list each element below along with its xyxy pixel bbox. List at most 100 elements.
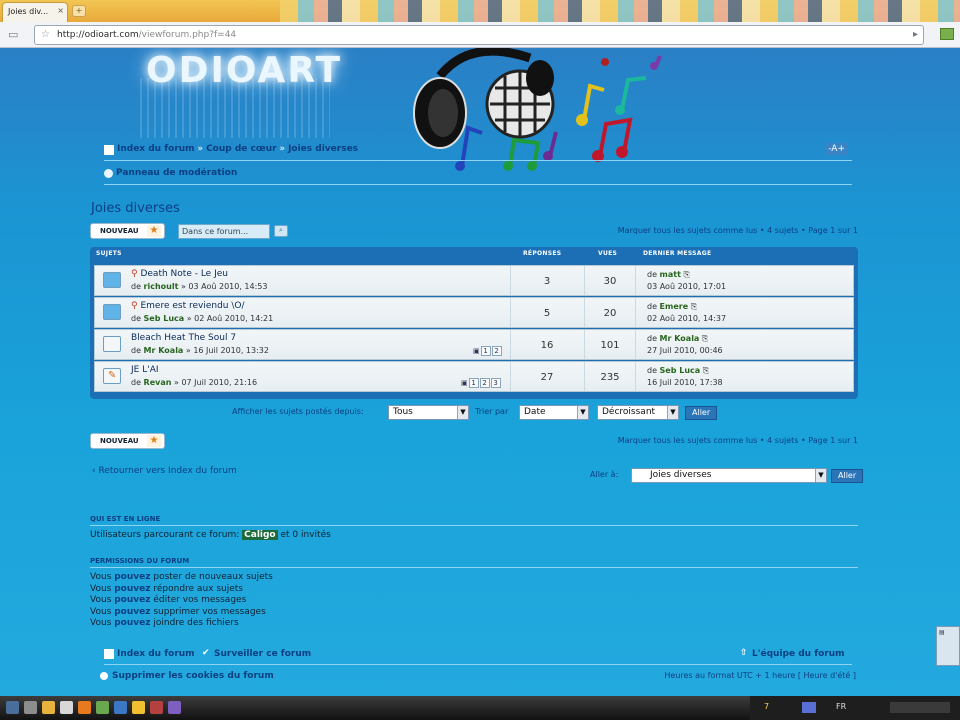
page-link[interactable]: 1 <box>480 346 491 356</box>
folder-icon[interactable] <box>42 701 55 714</box>
action-bar-bottom: NOUVEAU ★ Marquer tous les sujets comme l… <box>90 433 858 451</box>
taskbar-app-icon[interactable] <box>96 701 109 714</box>
topic-title[interactable]: Bleach Heat The Soul 7 <box>131 333 236 343</box>
view-latest-icon[interactable]: ⎘ <box>703 366 709 375</box>
table-row[interactable]: ✎ JE L'AI de Revan » 07 Juil 2010, 21:16… <box>94 361 854 392</box>
sort-days-select[interactable]: Tous ▼ <box>388 405 469 420</box>
permission-line: Vous pouvez supprimer vos messages <box>90 606 266 617</box>
taskbar-app-icon[interactable] <box>150 701 163 714</box>
sort-by-label: Trier par <box>475 407 509 416</box>
action-bar-top: NOUVEAU ★ Dans ce forum... ⌕ Marquer tous… <box>90 223 858 241</box>
topic-hot-icon: ✎ <box>103 368 121 384</box>
topic-title[interactable]: ⚲ Emere est reviendu \O/ <box>131 301 245 311</box>
view-latest-icon[interactable]: ⎘ <box>702 334 708 343</box>
online-heading: QUI EST EN LIGNE <box>90 515 858 526</box>
topic-table: SUJETS RÉPONSES VUES DERNIER MESSAGE ⚲ D… <box>90 247 858 399</box>
topic-author[interactable]: richoult <box>144 282 179 291</box>
site-logo[interactable]: ODIOART <box>146 50 342 91</box>
online-users: Utilisateurs parcourant ce forum: Caligo… <box>90 530 331 540</box>
permission-line: Vous pouvez répondre aux sujets <box>90 583 243 594</box>
page-link[interactable]: 1 <box>468 378 479 388</box>
views-count: 20 <box>603 308 617 319</box>
moderation-panel-link[interactable]: Panneau de modération <box>116 168 237 178</box>
breadcrumb-forum[interactable]: Joies diverses <box>288 144 358 154</box>
topic-title[interactable]: ⚲ Death Note - Le Jeu <box>131 269 228 279</box>
extension-icon[interactable] <box>940 28 954 40</box>
moderation-row: Panneau de modération <box>104 167 852 185</box>
search-input[interactable]: Dans ce forum... <box>178 224 270 239</box>
table-row[interactable]: ⚲ Emere est reviendu \O/ de Seb Luca » 0… <box>94 297 854 328</box>
taskbar-app-icon[interactable] <box>60 701 73 714</box>
tray-counter[interactable]: 7 <box>764 702 769 711</box>
tab-close-icon[interactable]: × <box>57 6 64 15</box>
page-icon[interactable]: ▭ <box>8 28 18 41</box>
browser-theme-art <box>280 0 960 22</box>
font-size-toggle-icon[interactable]: -A+ <box>825 143 848 155</box>
new-topic-button[interactable]: NOUVEAU ★ <box>90 433 165 449</box>
delete-cookies-link[interactable]: Supprimer les cookies du forum <box>112 671 274 681</box>
new-topic-button[interactable]: NOUVEAU ★ <box>90 223 165 239</box>
permission-line: Vous pouvez poster de nouveaux sujets <box>90 572 273 582</box>
team-link[interactable]: L'équipe du forum <box>752 649 845 659</box>
new-tab-button[interactable]: + <box>72 5 86 17</box>
topic-title[interactable]: JE L'AI <box>131 365 159 375</box>
view-latest-icon[interactable]: ⎘ <box>683 270 689 279</box>
chrome-icon[interactable] <box>132 701 145 714</box>
browser-tab[interactable]: Joies div... × <box>2 2 68 22</box>
topic-author[interactable]: Seb Luca <box>144 314 185 323</box>
side-panel-tab[interactable]: ▤ <box>936 626 960 666</box>
timezone-info: Heures au format UTC + 1 heure [ Heure d… <box>664 671 856 680</box>
language-indicator[interactable]: FR <box>836 702 846 711</box>
firefox-icon[interactable] <box>78 701 91 714</box>
replies-count: 27 <box>540 372 554 383</box>
permissions-list: Vous pouvez poster de nouveaux sujets Vo… <box>90 572 273 630</box>
taskbar-app-icon[interactable] <box>168 701 181 714</box>
online-user[interactable]: Caligo <box>242 530 278 540</box>
go-arrow-icon[interactable]: ▸ <box>913 29 918 40</box>
address-bar[interactable]: ☆ http://odioart.com/viewforum.php?f=44 … <box>34 25 924 45</box>
jump-go-button[interactable]: Aller <box>831 469 864 483</box>
mark-read-link[interactable]: Marquer tous les sujets comme lus <box>618 436 758 445</box>
attachment-icon: ▣ <box>461 379 468 387</box>
breadcrumb: Index du forum» Coup de cœur» Joies divers… <box>104 143 852 161</box>
taskbar-app-icon[interactable] <box>24 701 37 714</box>
new-topic-star-icon: ★ <box>147 435 161 447</box>
topic-author[interactable]: Mr Koala <box>144 346 184 355</box>
search-button[interactable]: ⌕ <box>274 225 288 237</box>
page-link[interactable]: 2 <box>479 378 490 388</box>
permissions-heading: PERMISSIONS DU FORUM <box>90 557 858 568</box>
start-icon[interactable] <box>6 701 19 714</box>
mark-read-link[interactable]: Marquer tous les sujets comme lus <box>618 226 758 235</box>
system-tray: 7 FR <box>750 696 960 720</box>
chevron-down-icon: ▼ <box>815 469 826 482</box>
tray-app-icon[interactable] <box>802 702 816 713</box>
url-text: http://odioart.com/viewforum.php?f=44 <box>57 30 237 40</box>
sort-order-select[interactable]: Décroissant ▼ <box>597 405 679 420</box>
jump-select[interactable]: Joies diverses ▼ <box>631 468 827 483</box>
table-row[interactable]: Bleach Heat The Soul 7 de Mr Koala » 16 … <box>94 329 854 360</box>
return-to-index-link[interactable]: ‹ Retourner vers Index du forum <box>92 466 237 476</box>
clock[interactable] <box>890 702 950 713</box>
table-row[interactable]: ⚲ Death Note - Le Jeu de richoult » 03 A… <box>94 265 854 296</box>
page-title[interactable]: Joies diverses <box>91 201 180 216</box>
breadcrumb-index[interactable]: Index du forum <box>117 144 195 154</box>
sort-go-button[interactable]: Aller <box>685 406 718 420</box>
taskbar-app-icon[interactable] <box>114 701 127 714</box>
page-link[interactable]: 3 <box>490 378 501 388</box>
attachment-icon: ▣ <box>473 347 480 355</box>
breadcrumb-category[interactable]: Coup de cœur <box>206 144 276 154</box>
page-link[interactable]: 2 <box>491 346 502 356</box>
home-icon <box>104 145 114 155</box>
topic-author[interactable]: Revan <box>144 378 172 387</box>
footer-index-link[interactable]: Index du forum <box>117 649 195 659</box>
chevron-down-icon: ▼ <box>457 406 468 419</box>
check-icon: ✔ <box>202 648 210 658</box>
moderation-icon <box>104 169 113 178</box>
bookmark-star-icon[interactable]: ☆ <box>41 29 50 40</box>
chevron-down-icon: ▼ <box>577 406 588 419</box>
watch-forum-link[interactable]: Surveiller ce forum <box>214 649 311 659</box>
sort-key-select[interactable]: Date ▼ <box>519 405 589 420</box>
view-latest-icon[interactable]: ⎘ <box>691 302 697 311</box>
permission-line: Vous pouvez joindre des fichiers <box>90 618 239 628</box>
sort-bar: Afficher les sujets postés depuis: Tous ▼… <box>232 405 732 421</box>
